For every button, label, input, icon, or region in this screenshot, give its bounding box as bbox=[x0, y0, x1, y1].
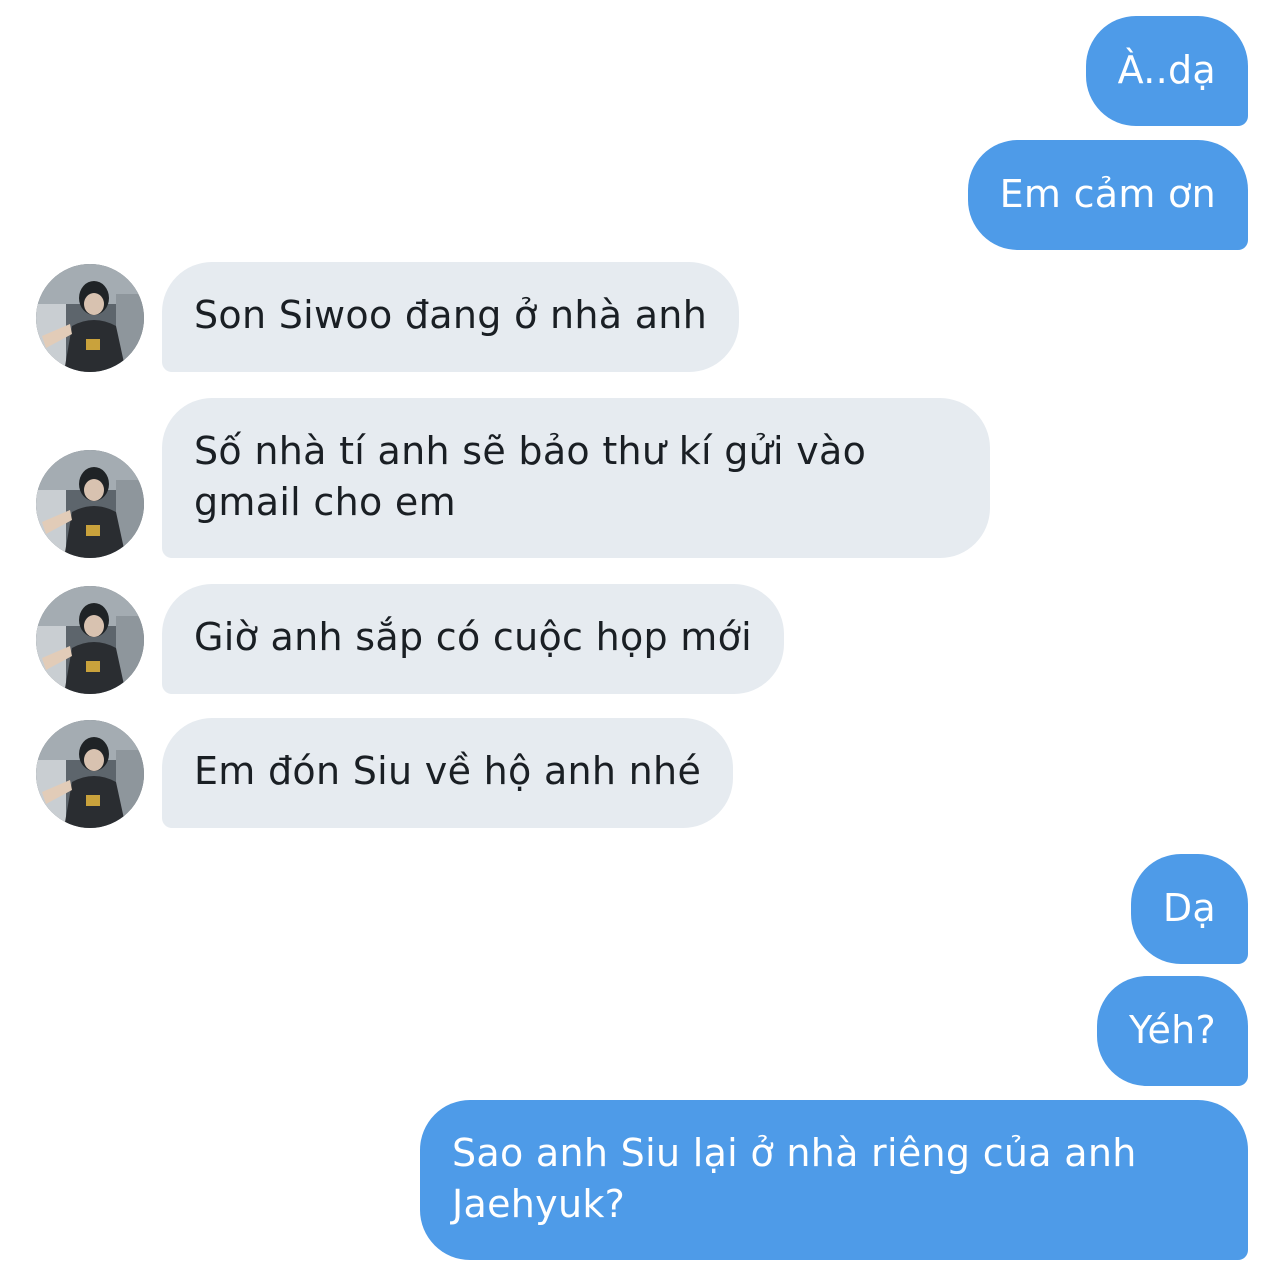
sent-message-bubble[interactable]: Sao anh Siu lại ở nhà riêng của anh Jaeh… bbox=[420, 1100, 1248, 1260]
sender-avatar[interactable] bbox=[36, 720, 144, 828]
message-text: Yéh? bbox=[1129, 1008, 1216, 1052]
sent-message-bubble[interactable]: Dạ bbox=[1130, 854, 1248, 964]
sender-avatar[interactable] bbox=[36, 586, 144, 694]
message-text: Son Siwoo đang ở nhà anh bbox=[194, 293, 708, 337]
received-message-bubble[interactable]: Số nhà tí anh sẽ bảo thư kí gửi vào gmai… bbox=[162, 398, 990, 558]
message-text: Dạ bbox=[1162, 886, 1216, 930]
received-message-bubble[interactable]: Son Siwoo đang ở nhà anh bbox=[162, 262, 740, 372]
sender-avatar[interactable] bbox=[36, 264, 144, 372]
message-text: Giờ anh sắp có cuộc họp mới bbox=[194, 615, 753, 659]
message-text: Em cảm ơn bbox=[999, 172, 1216, 216]
message-thread: À..dạ Em cảm ơn Son Siwoo đang ở nhà anh bbox=[0, 0, 1284, 1273]
sent-message-bubble[interactable]: À..dạ bbox=[1085, 16, 1248, 126]
sent-message-bubble[interactable]: Em cảm ơn bbox=[967, 140, 1248, 250]
message-text: Số nhà tí anh sẽ bảo thư kí gửi vào gmai… bbox=[194, 429, 867, 524]
message-text: À..dạ bbox=[1117, 48, 1216, 92]
avatar-photo-icon bbox=[36, 586, 144, 694]
sent-message-bubble[interactable]: Yéh? bbox=[1097, 976, 1248, 1086]
message-text: Em đón Siu về hộ anh nhé bbox=[194, 749, 702, 793]
received-message-bubble[interactable]: Giờ anh sắp có cuộc họp mới bbox=[162, 584, 785, 694]
message-text: Sao anh Siu lại ở nhà riêng của anh Jaeh… bbox=[452, 1131, 1137, 1226]
avatar-photo-icon bbox=[36, 720, 144, 828]
avatar-photo-icon bbox=[36, 264, 144, 372]
sender-avatar[interactable] bbox=[36, 450, 144, 558]
received-message-bubble[interactable]: Em đón Siu về hộ anh nhé bbox=[162, 718, 734, 828]
avatar-photo-icon bbox=[36, 450, 144, 558]
